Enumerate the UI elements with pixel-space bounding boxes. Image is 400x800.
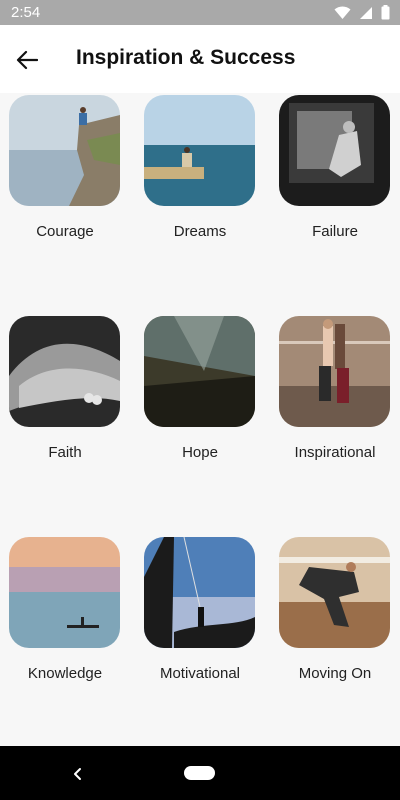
app-bar: Inspiration & Success (0, 25, 400, 93)
battery-icon (381, 5, 390, 20)
signal-icon (360, 6, 372, 19)
tile-label: Moving On (298, 665, 372, 682)
category-tile-moving-on[interactable]: Moving On (279, 537, 391, 682)
tile-label: Dreams (173, 223, 227, 240)
tile-label: Knowledge (27, 665, 103, 682)
category-tile-knowledge[interactable]: Knowledge (9, 537, 121, 682)
tile-label: Motivational (159, 665, 241, 682)
page-title: Inspiration & Success (76, 46, 296, 69)
tile-label: Hope (182, 444, 218, 461)
hope-image (144, 316, 255, 427)
tile-label: Courage (36, 223, 94, 240)
knowledge-image (9, 537, 120, 648)
back-button[interactable] (12, 45, 42, 75)
status-time: 2:54 (11, 4, 41, 21)
wifi-icon (334, 5, 351, 19)
category-tile-faith[interactable]: Faith (9, 316, 121, 461)
chevron-left-icon (74, 768, 81, 780)
nav-back-button[interactable] (68, 764, 88, 784)
category-tile-failure[interactable]: Failure (279, 95, 391, 240)
tile-label: Faith (48, 444, 82, 461)
faith-image (9, 316, 120, 427)
motivational-image (144, 537, 255, 648)
status-icons (334, 5, 390, 20)
category-tile-dreams[interactable]: Dreams (144, 95, 256, 240)
system-navigation-bar (0, 746, 400, 800)
home-pill-icon[interactable] (184, 766, 215, 780)
arrow-left-icon (16, 50, 38, 70)
category-tile-inspirational[interactable]: Inspirational (279, 316, 391, 461)
moving-on-image (279, 537, 390, 648)
category-tile-courage[interactable]: Courage (9, 95, 121, 240)
dreams-image (144, 95, 255, 206)
failure-image (279, 95, 390, 206)
inspirational-image (279, 316, 390, 427)
category-tile-motivational[interactable]: Motivational (144, 537, 256, 682)
tile-label: Failure (312, 223, 358, 240)
category-tile-hope[interactable]: Hope (144, 316, 256, 461)
tile-label: Inspirational (294, 444, 376, 461)
courage-image (9, 95, 120, 206)
status-bar: 2:54 (0, 0, 400, 25)
